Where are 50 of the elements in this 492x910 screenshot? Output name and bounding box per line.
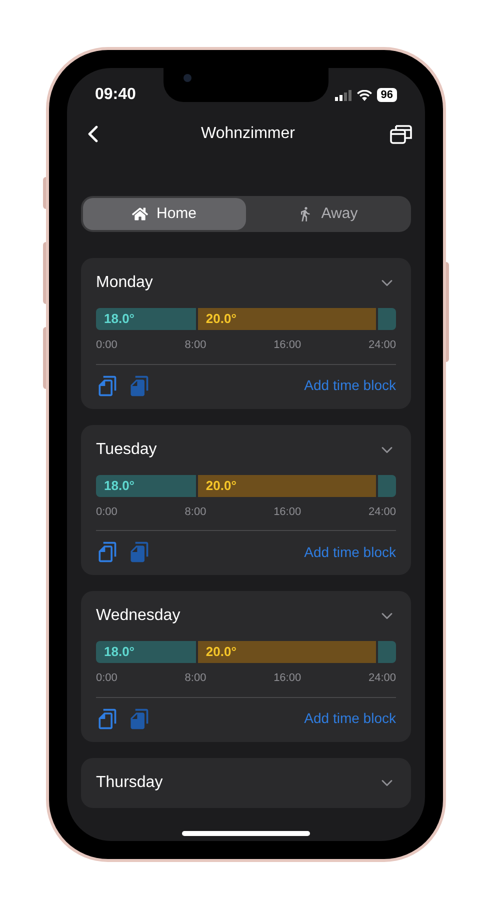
copy-icon[interactable] bbox=[96, 374, 118, 396]
camera bbox=[184, 74, 192, 82]
add-time-block-link[interactable]: Add time block bbox=[304, 542, 396, 562]
time-block[interactable]: 18.0° bbox=[96, 308, 196, 330]
time-block[interactable]: 18.0° bbox=[96, 474, 196, 496]
temperature-label: 20.0° bbox=[206, 476, 236, 495]
time-tick: 16:00 bbox=[274, 504, 302, 520]
time-tick: 8:00 bbox=[184, 504, 206, 520]
time-tick: 24:00 bbox=[368, 504, 396, 520]
day-name: Monday bbox=[96, 273, 153, 293]
paste-icon[interactable] bbox=[128, 541, 150, 563]
time-block[interactable] bbox=[376, 474, 396, 496]
day-name: Tuesday bbox=[96, 440, 157, 460]
time-block[interactable]: 20.0° bbox=[196, 641, 376, 663]
copy-icon[interactable] bbox=[96, 708, 118, 730]
battery-indicator: 96 bbox=[376, 88, 397, 102]
screen-title: Wohnzimmer bbox=[201, 124, 295, 144]
time-block[interactable]: 20.0° bbox=[196, 474, 376, 496]
mode-tab[interactable]: Away bbox=[246, 198, 409, 230]
time-tick: 0:00 bbox=[96, 338, 118, 353]
add-time-block-link[interactable]: Add time block bbox=[304, 708, 396, 729]
time-block[interactable]: 20.0° bbox=[196, 308, 376, 330]
temperature-label: 18.0° bbox=[104, 476, 135, 495]
day-name: Wednesday bbox=[96, 606, 180, 626]
paste-icon[interactable] bbox=[128, 708, 150, 730]
day-name: Thursday bbox=[96, 772, 163, 792]
paste-icon[interactable] bbox=[128, 374, 150, 396]
house-icon bbox=[132, 206, 148, 222]
signal-icon bbox=[334, 90, 352, 100]
time-tick: 8:00 bbox=[184, 671, 206, 686]
time-tick: 16:00 bbox=[274, 338, 302, 353]
time-tick: 16:00 bbox=[274, 671, 302, 686]
calendars-icon[interactable] bbox=[388, 122, 413, 146]
wifi-icon bbox=[356, 90, 372, 100]
temperature-label: 20.0° bbox=[206, 643, 236, 662]
status-time: 09:40 bbox=[95, 85, 136, 105]
copy-icon[interactable] bbox=[96, 541, 118, 563]
time-tick: 24:00 bbox=[368, 338, 396, 353]
mode-tab[interactable]: Home bbox=[83, 198, 246, 230]
time-block[interactable] bbox=[376, 641, 396, 663]
temperature-label: 18.0° bbox=[104, 643, 135, 662]
temperature-label: 18.0° bbox=[104, 310, 135, 328]
time-tick: 0:00 bbox=[96, 671, 118, 686]
time-tick: 8:00 bbox=[184, 338, 206, 353]
time-block[interactable]: 18.0° bbox=[96, 641, 196, 663]
temperature-label: 20.0° bbox=[206, 310, 236, 328]
time-tick: 0:00 bbox=[96, 504, 118, 520]
add-time-block-link[interactable]: Add time block bbox=[304, 375, 396, 396]
time-tick: 24:00 bbox=[368, 671, 396, 686]
time-block[interactable] bbox=[376, 308, 396, 330]
